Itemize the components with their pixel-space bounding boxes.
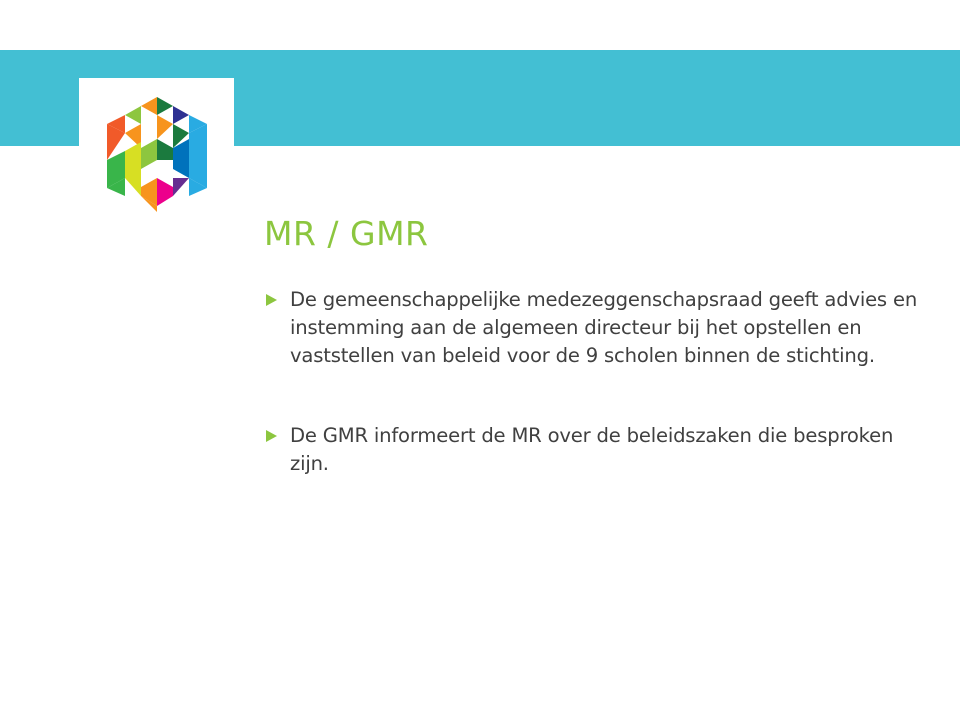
bullet-text: De GMR informeert de MR over de beleidsz…: [290, 424, 894, 475]
bullet-item: De GMR informeert de MR over de beleidsz…: [264, 422, 924, 478]
triangle-right-icon: [266, 430, 277, 442]
bullet-list: De gemeenschappelijke medezeggenschapsra…: [264, 286, 924, 478]
bullet-text: De gemeenschappelijke medezeggenschapsra…: [290, 288, 918, 367]
logo-panel: [79, 78, 234, 228]
bullet-item: De gemeenschappelijke medezeggenschapsra…: [264, 286, 924, 370]
triangle-right-icon: [266, 294, 277, 306]
multicolor-hexagon-logo-icon: [107, 97, 207, 212]
slide-title: MR / GMR: [264, 214, 429, 253]
